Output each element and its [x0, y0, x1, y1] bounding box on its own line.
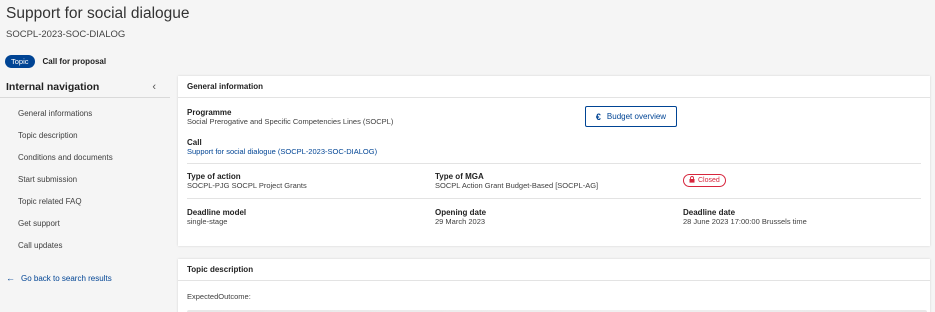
internal-navigation: Internal navigation ‹ General informatio… — [0, 76, 170, 283]
type-of-mga-value: SOCPL Action Grant Budget-Based [SOCPL-A… — [435, 181, 599, 190]
sidebar-header: Internal navigation ‹ — [0, 76, 170, 98]
call-type-label: Call for proposal — [42, 56, 107, 66]
divider — [187, 163, 921, 164]
deadline-date-value: 28 June 2023 17:00:00 Brussels time — [683, 217, 807, 226]
topic-code: SOCPL-2023-SOC-DIALOG — [6, 29, 126, 40]
topic-description-header: Topic description — [178, 259, 930, 281]
sidebar-item-get-support[interactable]: Get support — [0, 213, 170, 235]
opening-date-value: 29 March 2023 — [435, 217, 486, 226]
opening-date-field: Opening date 29 March 2023 — [435, 208, 486, 226]
sidebar-item-general-informations[interactable]: General informations — [0, 103, 170, 125]
budget-overview-label: Budget overview — [606, 112, 667, 121]
sidebar-item-call-updates[interactable]: Call updates — [0, 235, 170, 257]
lock-icon — [689, 176, 695, 185]
call-link[interactable]: Support for social dialogue (SOCPL-2023-… — [187, 147, 377, 156]
general-information-header: General information — [178, 76, 930, 98]
programme-field: Programme Social Prerogative and Specifi… — [187, 108, 393, 126]
sidebar-item-conditions-and-documents[interactable]: Conditions and documents — [0, 147, 170, 169]
opening-date-label: Opening date — [435, 208, 487, 217]
page-title: Support for social dialogue — [6, 5, 190, 22]
sidebar-item-topic-description[interactable]: Topic description — [0, 125, 170, 147]
deadline-model-value: single-stage — [187, 217, 228, 226]
deadline-model-label: Deadline model — [187, 208, 247, 217]
sidebar-item-topic-related-faq[interactable]: Topic related FAQ — [0, 191, 170, 213]
status-badge: Closed — [683, 174, 726, 187]
general-information-card: General information Programme Social Pre… — [178, 76, 930, 246]
sidebar-title: Internal navigation — [6, 80, 100, 93]
back-link-label: Go back to search results — [21, 273, 112, 283]
deadline-date-label: Deadline date — [683, 208, 736, 217]
type-of-action-value: SOCPL-PJG SOCPL Project Grants — [187, 181, 307, 190]
euro-icon: € — [595, 111, 601, 122]
programme-label: Programme — [187, 108, 232, 117]
sidebar-list: General informations Topic description C… — [0, 103, 170, 257]
badge-row: Topic Call for proposal — [5, 54, 106, 68]
topic-badge: Topic — [5, 54, 35, 68]
deadline-date-field: Deadline date 28 June 2023 17:00:00 Brus… — [683, 208, 807, 226]
expected-outcome-label: ExpectedOutcome: — [187, 292, 251, 301]
back-to-search-link[interactable]: ← Go back to search results — [0, 273, 170, 283]
deadline-model-field: Deadline model single-stage — [187, 208, 246, 226]
arrow-left-icon: ← — [6, 273, 15, 283]
type-of-mga-field: Type of MGA SOCPL Action Grant Budget-Ba… — [435, 172, 598, 190]
chevron-left-icon[interactable]: ‹ — [152, 81, 156, 93]
topic-description-card: Topic description ExpectedOutcome: — [178, 259, 930, 312]
call-field: Call Support for social dialogue (SOCPL-… — [187, 138, 377, 156]
type-of-action-field: Type of action SOCPL-PJG SOCPL Project G… — [187, 172, 307, 190]
type-of-mga-label: Type of MGA — [435, 172, 484, 181]
sidebar-item-start-submission[interactable]: Start submission — [0, 169, 170, 191]
divider — [187, 198, 921, 199]
type-of-action-label: Type of action — [187, 172, 241, 181]
budget-overview-button[interactable]: € Budget overview — [585, 106, 677, 127]
programme-value: Social Prerogative and Specific Competen… — [187, 117, 394, 126]
call-label: Call — [187, 138, 202, 147]
status-label: Closed — [698, 177, 720, 184]
